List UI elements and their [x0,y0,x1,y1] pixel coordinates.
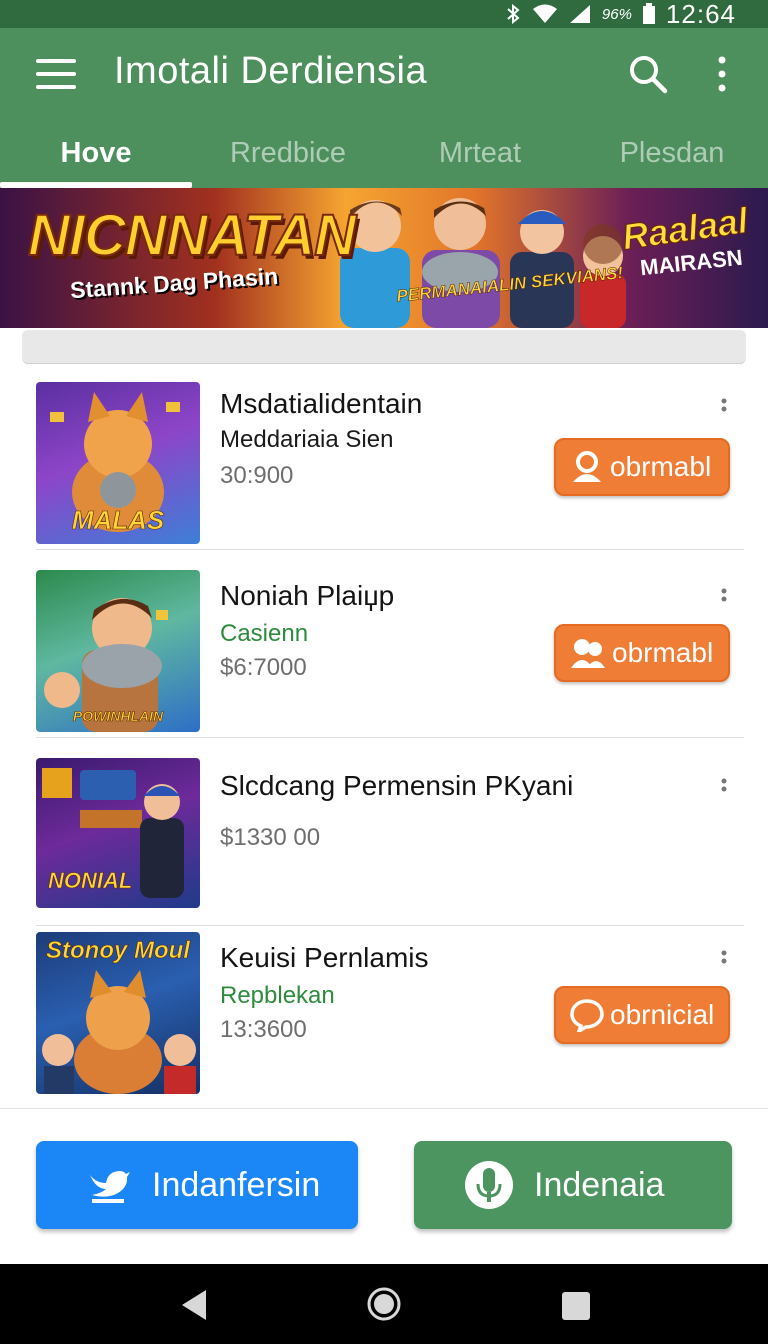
thumbnail-label: NONIAL [48,868,133,894]
person-icon [573,451,601,482]
battery-percent: 96% [601,5,632,23]
banner-title: NICNNATAN [27,202,357,269]
tab-bar: Hove Rredbice Mrteat Plesdan [0,118,768,188]
system-nav-bar [0,1264,768,1344]
item-action-button[interactable]: obrnicial [554,986,730,1044]
home-icon[interactable] [366,1286,402,1322]
left-action-label: Indanfersin [152,1165,321,1204]
banner-characters-image [340,198,626,328]
more-vert-icon[interactable] [712,54,732,94]
app-bar: Imotali Derdiensia Hove Rredbice Mrteat … [0,28,768,188]
item-thumbnail: Stonoy Moul [36,932,200,1094]
item-action-button[interactable]: obrmabl [554,438,730,496]
item-action-label: obrmabl [610,451,712,482]
status-bar: 96% 12:64 [0,0,768,29]
tab-mrteat[interactable]: Mrteat [384,118,576,188]
app-title: Imotali Derdiensia [114,50,428,92]
status-icons: 96% 12:64 [504,0,736,29]
item-subtitle: Meddariaia Sien [220,426,394,453]
people-icon [571,639,605,668]
item-more-icon[interactable] [720,950,728,972]
item-title: Msdatialidentain [220,388,423,419]
bluetooth-icon [507,3,520,25]
wifi-icon [532,4,557,23]
bird-icon [90,1171,130,1203]
item-thumbnail: POWINHLAIN [36,570,200,732]
item-price: 13:3600 [220,1016,307,1043]
recent-apps-icon[interactable] [560,1290,592,1322]
item-subtitle: Casienn [220,620,309,647]
item-action-label: obrnicial [610,999,715,1030]
clock: 12:64 [665,0,736,29]
item-thumbnail: MALAS [36,382,200,544]
item-more-icon[interactable] [720,588,728,610]
item-price: $6:7000 [220,654,307,681]
item-action-button[interactable]: obrmabl [554,624,730,682]
item-thumbnail: NONIAL [36,758,200,908]
mic-icon [465,1161,513,1209]
right-action-label: Indenaia [534,1165,665,1204]
chat-bubble-icon [570,999,604,1032]
item-title: Noniah Plaiџp [220,580,395,611]
list-item[interactable]: Stonoy Moul Keuisi Pernlamis Repblekan 1… [36,930,744,1100]
menu-icon[interactable] [34,56,78,92]
signal-icon [569,5,590,23]
thumbnail-label: POWINHLAIN [72,708,164,725]
left-action-button[interactable]: Indanfersin [36,1141,358,1229]
tab-rredbice[interactable]: Rredbice [192,118,384,188]
list-item[interactable]: MALAS Msdatialidentain Meddariaia Sien 3… [36,380,744,550]
item-more-icon[interactable] [720,778,728,800]
list-item[interactable]: NONIAL Slcdcang Permensin PKyani $1330 0… [36,756,744,926]
search-icon[interactable] [628,54,668,94]
item-title: Slcdcang Permensin PKyani [220,770,574,801]
right-action-button[interactable]: Indenaia [414,1141,732,1229]
back-icon[interactable] [178,1288,208,1322]
item-subtitle: Repblekan [220,982,335,1009]
thumbnail-label: Stonoy Moul [46,937,191,964]
promo-banner[interactable]: NICNNATAN Stannk Dag Phasin PERMANAIALIN… [0,188,768,328]
item-more-icon[interactable] [720,398,728,420]
item-title: Keuisi Pernlamis [220,942,429,973]
filter-bar[interactable] [22,330,746,364]
tab-plesdan[interactable]: Plesdan [576,118,768,188]
bottom-action-bar: Indanfersin Indenaia [0,1108,768,1264]
list-item[interactable]: POWINHLAIN Noniah Plaiџp Casienn $6:7000… [36,568,744,738]
thumbnail-label: MALAS [71,505,165,536]
item-price: 30:900 [220,462,294,489]
battery-icon [642,3,655,24]
item-price: $1330 00 [220,824,321,851]
tab-home[interactable]: Hove [0,118,192,188]
item-action-label: obrmabl [612,637,714,668]
